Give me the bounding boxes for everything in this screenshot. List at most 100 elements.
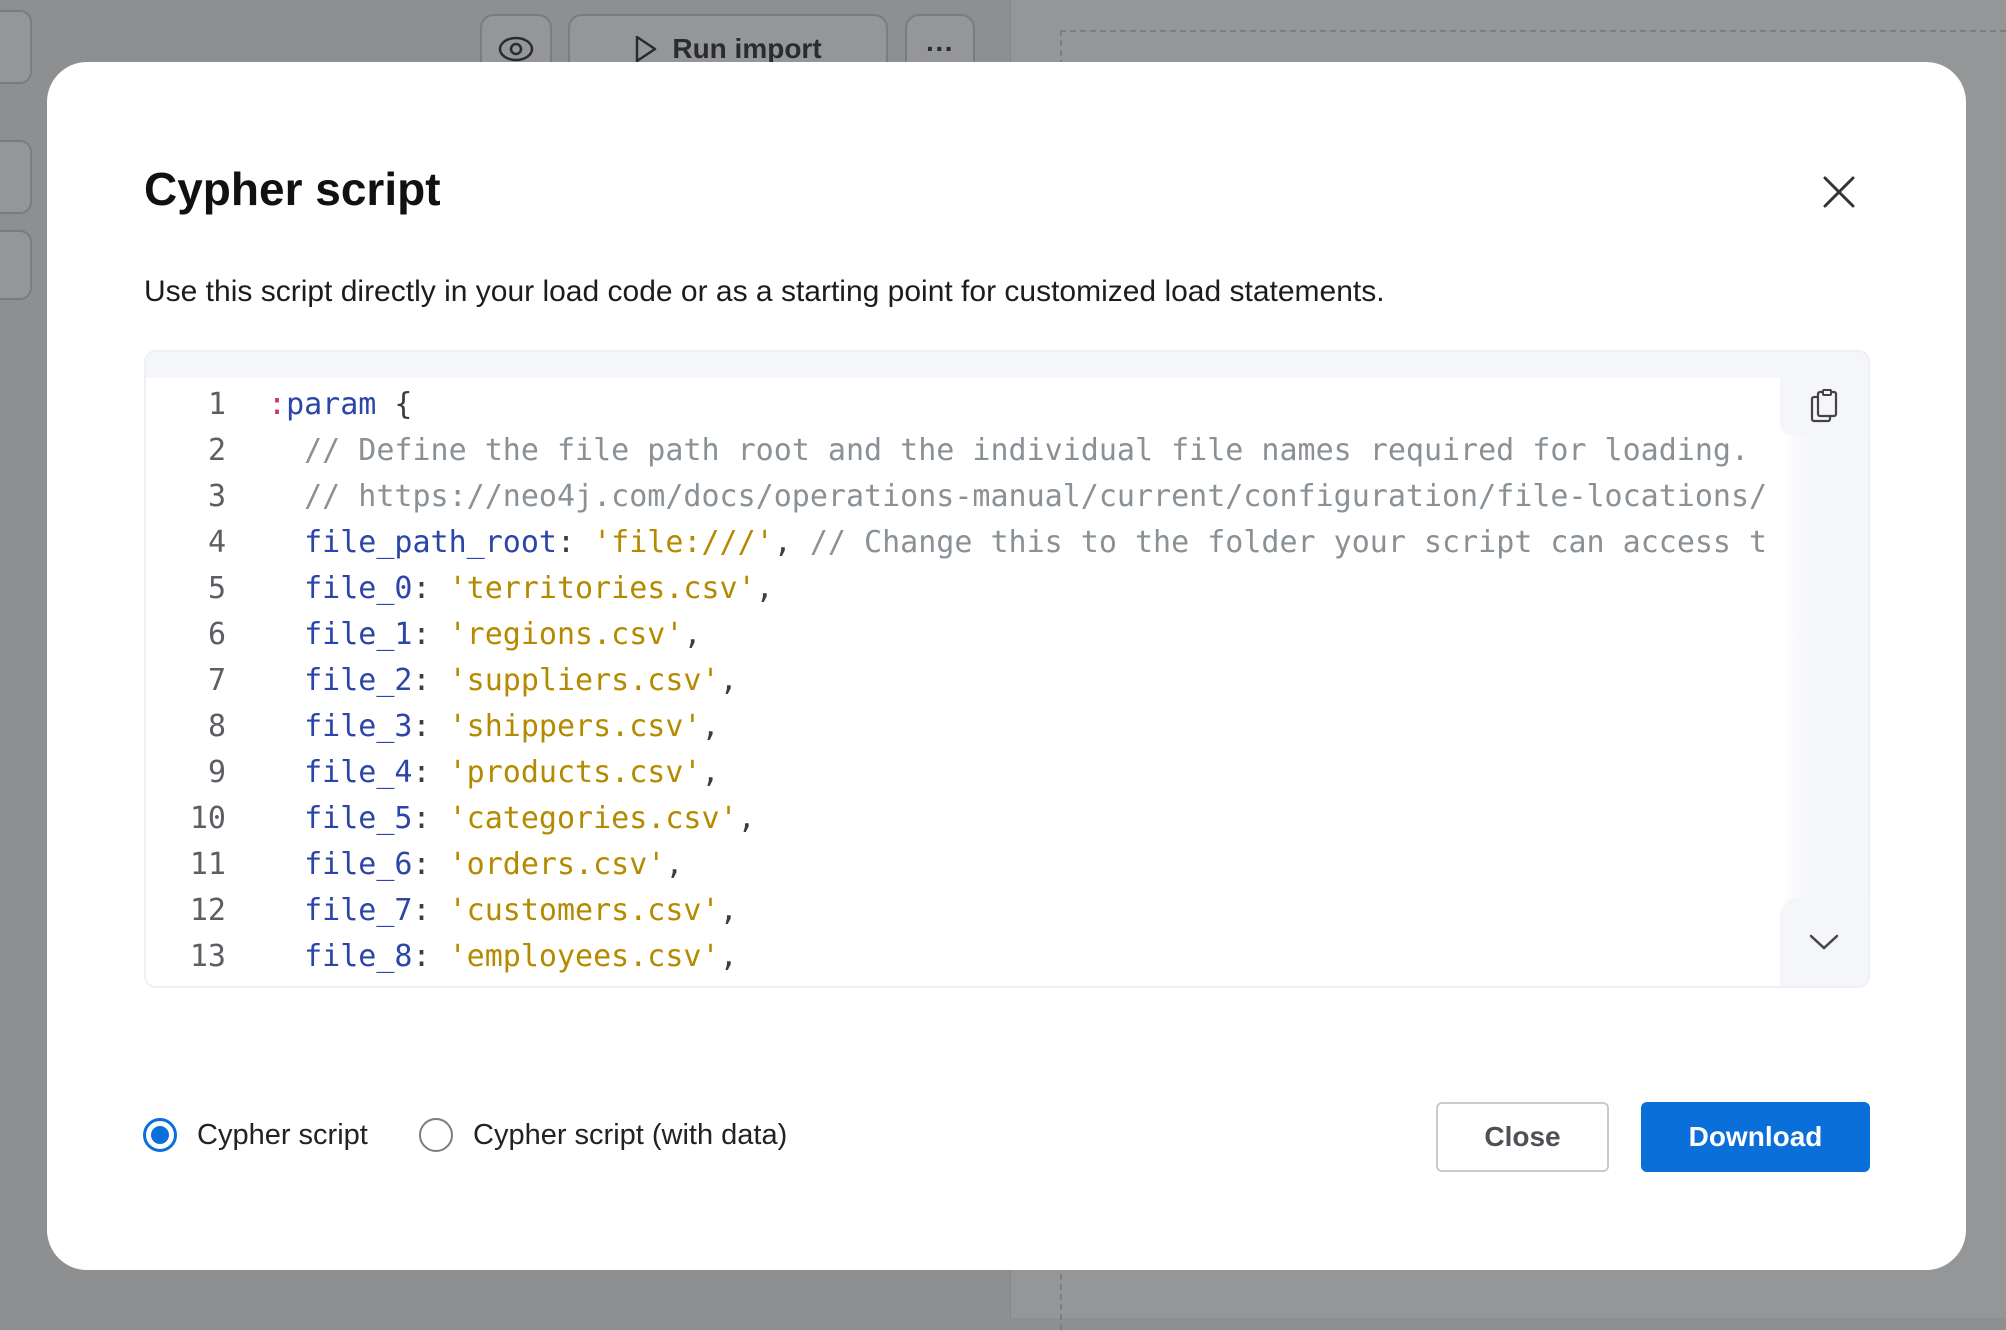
code-token: 'products.csv' bbox=[448, 755, 702, 790]
code-line: 2 // Define the file path root and the i… bbox=[146, 428, 1850, 474]
line-number: 9 bbox=[207, 755, 226, 790]
line-number: 7 bbox=[207, 663, 226, 698]
option-label: Cypher script (with data) bbox=[473, 1118, 788, 1151]
code-token: : bbox=[412, 939, 449, 974]
code-token: : bbox=[412, 617, 449, 652]
code-line: 12 file_7: 'customers.csv', bbox=[146, 888, 1850, 934]
scroll-down-button[interactable] bbox=[1780, 898, 1868, 986]
code-line: 3 // https://neo4j.com/docs/operations-m… bbox=[146, 474, 1850, 520]
code-token: : bbox=[412, 755, 449, 790]
left-toolbar-button[interactable] bbox=[0, 10, 32, 84]
code-token: file_3 bbox=[268, 709, 413, 744]
line-number: 1 bbox=[207, 387, 226, 422]
run-import-label: Run import bbox=[672, 33, 822, 64]
line-code: file_5: 'categories.csv', bbox=[226, 796, 756, 842]
code-token: { bbox=[376, 387, 413, 422]
code-token: : bbox=[412, 709, 449, 744]
code-token: : bbox=[556, 525, 594, 560]
code-line: 5 file_0: 'territories.csv', bbox=[146, 566, 1850, 612]
download-button[interactable]: Download bbox=[1641, 1102, 1870, 1172]
code-token: : bbox=[412, 801, 449, 836]
code-token: , bbox=[701, 709, 720, 744]
close-button[interactable]: Close bbox=[1436, 1102, 1609, 1172]
dialog-description: Use this script directly in your load co… bbox=[144, 275, 1385, 308]
line-code: file_7: 'customers.csv', bbox=[226, 888, 738, 934]
line-code: // Define the file path root and the ind… bbox=[226, 428, 1749, 474]
code-token: 'territories.csv' bbox=[448, 571, 756, 606]
code-line: 7 file_2: 'suppliers.csv', bbox=[146, 658, 1850, 704]
code-viewer[interactable]: 1:param {2 // Define the file path root … bbox=[144, 350, 1870, 988]
code-token: file_5 bbox=[268, 801, 413, 836]
radio-selected[interactable] bbox=[143, 1118, 177, 1152]
code-token: file_6 bbox=[268, 847, 413, 882]
code-token: file_1 bbox=[268, 617, 413, 652]
option-label: Cypher script bbox=[197, 1118, 368, 1151]
line-code: file_4: 'products.csv', bbox=[226, 750, 720, 796]
add-node-button[interactable] bbox=[0, 140, 32, 214]
code-token: , bbox=[755, 571, 774, 606]
line-number: 12 bbox=[189, 893, 226, 928]
line-number: 5 bbox=[207, 571, 226, 606]
code-token: , bbox=[719, 663, 738, 698]
line-number: 4 bbox=[207, 525, 226, 560]
line-number: 11 bbox=[189, 847, 226, 882]
code-line: 1:param { bbox=[146, 382, 1850, 428]
code-token: , bbox=[665, 847, 684, 882]
code-token: file_8 bbox=[268, 939, 413, 974]
code-token: 'employees.csv' bbox=[448, 939, 720, 974]
code-token: file_path_root bbox=[268, 525, 557, 560]
code-token: , bbox=[737, 801, 756, 836]
delete-button[interactable] bbox=[0, 230, 32, 300]
radio-unselected[interactable] bbox=[419, 1118, 453, 1152]
code-token: , bbox=[719, 893, 738, 928]
code-token: , bbox=[683, 617, 702, 652]
code-token: // Define the file path root and the ind… bbox=[268, 433, 1750, 468]
code-token: , bbox=[719, 939, 738, 974]
code-token: 'file:///' bbox=[593, 525, 774, 560]
line-number: 3 bbox=[207, 479, 226, 514]
code-token: file_2 bbox=[268, 663, 413, 698]
eye-icon bbox=[498, 36, 534, 62]
line-code: // https://neo4j.com/docs/operations-man… bbox=[226, 474, 1767, 520]
code-lines: 1:param {2 // Define the file path root … bbox=[146, 382, 1850, 980]
line-code: :param { bbox=[226, 382, 413, 428]
code-token: : bbox=[268, 387, 287, 422]
code-token: , bbox=[701, 755, 720, 790]
code-line: 4 file_path_root: 'file:///', // Change … bbox=[146, 520, 1850, 566]
code-line: 9 file_4: 'products.csv', bbox=[146, 750, 1850, 796]
line-number: 2 bbox=[207, 433, 226, 468]
code-token: 'orders.csv' bbox=[448, 847, 666, 882]
code-token: file_7 bbox=[268, 893, 413, 928]
cypher-script-dialog: Cypher script Use this script directly i… bbox=[47, 62, 1966, 1270]
more-icon: ··· bbox=[926, 33, 954, 64]
line-number: 10 bbox=[189, 801, 226, 836]
code-line: 11 file_6: 'orders.csv', bbox=[146, 842, 1850, 888]
code-token: // Change this to the folder your script… bbox=[809, 525, 1768, 560]
code-token: 'suppliers.csv' bbox=[448, 663, 720, 698]
line-number: 8 bbox=[207, 709, 226, 744]
chevron-down-icon bbox=[1809, 934, 1839, 950]
code-token: : bbox=[412, 663, 449, 698]
line-code: file_0: 'territories.csv', bbox=[226, 566, 774, 612]
code-token: 'regions.csv' bbox=[448, 617, 684, 652]
dialog-title: Cypher script bbox=[144, 163, 441, 215]
code-line: 10 file_5: 'categories.csv', bbox=[146, 796, 1850, 842]
code-token: param bbox=[286, 387, 377, 422]
option-cypher-script[interactable]: Cypher script bbox=[143, 1118, 368, 1152]
line-number: 13 bbox=[189, 939, 226, 974]
copy-button[interactable] bbox=[1780, 378, 1868, 436]
code-fade bbox=[1780, 378, 1868, 986]
code-token: : bbox=[412, 847, 449, 882]
code-token: : bbox=[412, 893, 449, 928]
close-icon[interactable] bbox=[1817, 170, 1861, 214]
line-code: file_path_root: 'file:///', // Change th… bbox=[226, 520, 1767, 566]
line-code: file_3: 'shippers.csv', bbox=[226, 704, 720, 750]
line-code: file_8: 'employees.csv', bbox=[226, 934, 738, 980]
option-cypher-script-with-data[interactable]: Cypher script (with data) bbox=[419, 1118, 787, 1152]
code-header bbox=[146, 352, 1868, 378]
code-line: 6 file_1: 'regions.csv', bbox=[146, 612, 1850, 658]
code-token: file_0 bbox=[268, 571, 413, 606]
code-token: file_4 bbox=[268, 755, 413, 790]
code-token: 'categories.csv' bbox=[448, 801, 738, 836]
line-number: 6 bbox=[207, 617, 226, 652]
